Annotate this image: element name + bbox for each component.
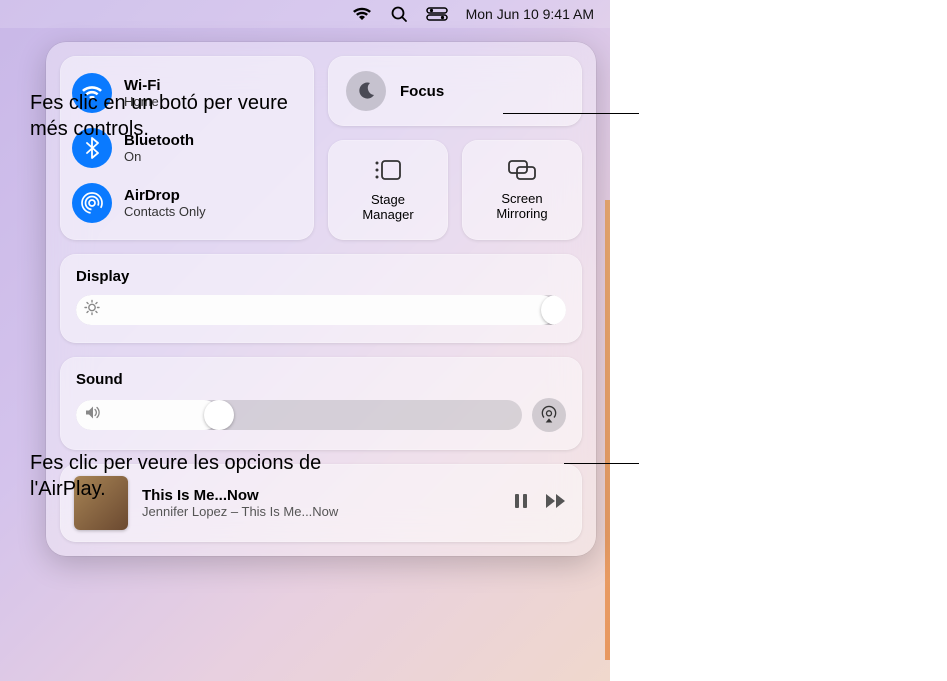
focus-title: Focus (400, 83, 444, 100)
callout-line (564, 463, 639, 464)
screen-mirroring-button[interactable]: Screen Mirroring (462, 140, 582, 240)
next-track-button[interactable] (544, 492, 568, 515)
bluetooth-subtitle: On (124, 149, 194, 164)
screen-mirroring-icon (507, 159, 537, 186)
airplay-audio-button[interactable] (532, 398, 566, 432)
airdrop-icon (72, 183, 112, 223)
stage-manager-label: Stage Manager (362, 193, 413, 223)
menubar: Mon Jun 10 9:41 AM (0, 0, 610, 28)
sound-volume-slider[interactable] (76, 400, 522, 430)
annotation-focus: Fes clic en un botó per veure més contro… (30, 90, 330, 142)
wifi-status-icon[interactable] (352, 7, 372, 21)
annotation-panel (610, 0, 947, 681)
display-title: Display (76, 268, 566, 285)
control-center-icon[interactable] (426, 7, 448, 21)
connectivity-tile: Wi-Fi Home Bluetooth On AirDrop (60, 56, 314, 240)
track-subtitle: Jennifer Lopez – This Is Me...Now (142, 504, 498, 519)
sound-icon (84, 405, 102, 426)
sound-tile: Sound (60, 357, 582, 450)
brightness-icon (84, 300, 100, 321)
callout-line (503, 113, 639, 114)
screen-mirroring-label: Screen Mirroring (496, 192, 547, 222)
play-pause-button[interactable] (512, 492, 530, 515)
display-brightness-slider[interactable] (76, 295, 566, 325)
airdrop-toggle[interactable]: AirDrop Contacts Only (72, 179, 302, 227)
menubar-datetime[interactable]: Mon Jun 10 9:41 AM (466, 6, 594, 22)
focus-moon-icon (346, 71, 386, 111)
airplay-icon (539, 405, 559, 425)
airdrop-subtitle: Contacts Only (124, 204, 206, 219)
focus-button[interactable]: Focus (328, 56, 582, 126)
spotlight-icon[interactable] (390, 5, 408, 23)
annotation-airplay: Fes clic per veure les opcions de l'AirP… (30, 450, 330, 502)
stage-manager-button[interactable]: Stage Manager (328, 140, 448, 240)
sound-title: Sound (76, 371, 566, 388)
airdrop-title: AirDrop (124, 187, 206, 204)
stage-manager-icon (373, 158, 403, 187)
display-tile: Display (60, 254, 582, 343)
